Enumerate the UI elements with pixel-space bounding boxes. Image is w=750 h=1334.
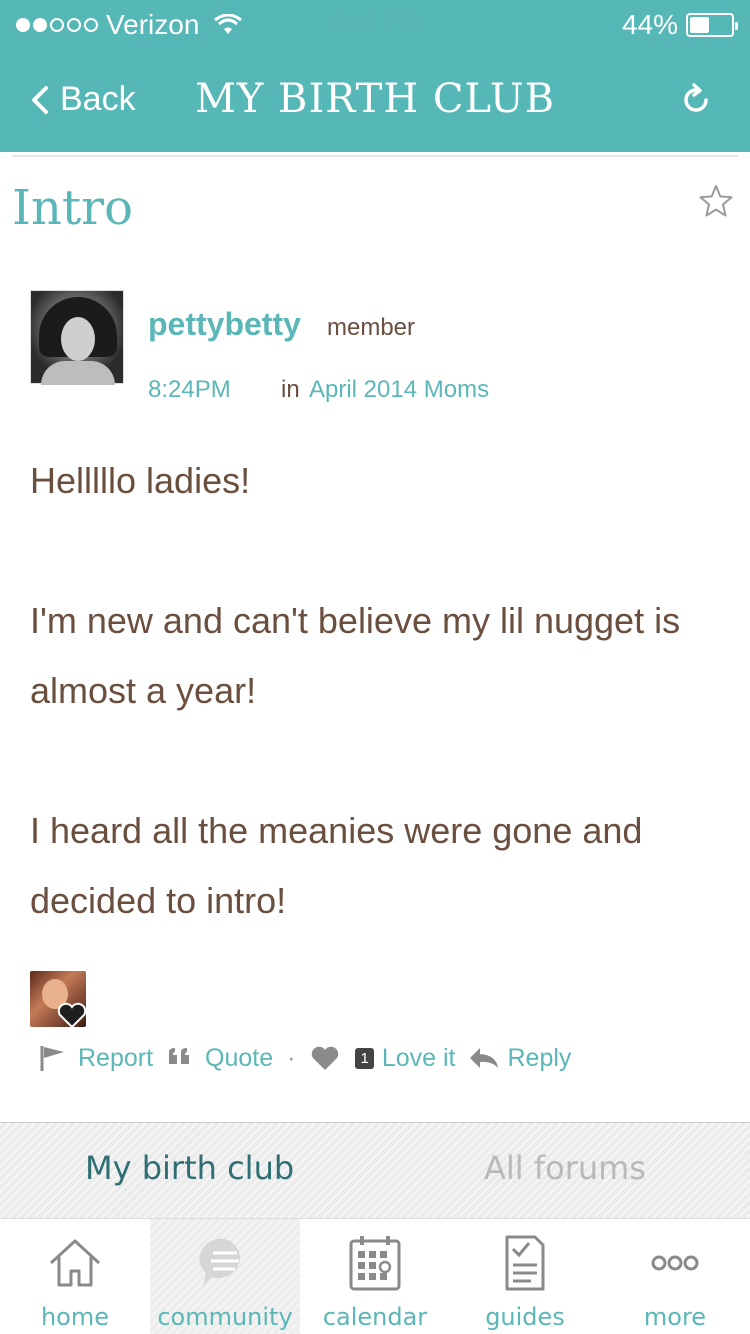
reply-icon: [469, 1048, 498, 1068]
love-label: Love it: [381, 1043, 456, 1072]
tab-community[interactable]: community: [150, 1219, 300, 1334]
tab-label: calendar: [322, 1303, 428, 1331]
flag-icon: [40, 1046, 64, 1071]
tab-calendar[interactable]: calendar: [300, 1219, 450, 1334]
author-name[interactable]: pettybetty: [148, 306, 301, 343]
lover-avatar[interactable]: [30, 971, 86, 1027]
nav-bar: Back MY BIRTH CLUB: [0, 50, 750, 150]
reply-button[interactable]: Reply: [468, 1043, 572, 1073]
divider: [12, 155, 738, 157]
in-label: in: [281, 376, 300, 403]
post-actions: Report Quote · 1 Love it Reply: [38, 1040, 571, 1076]
star-icon[interactable]: [698, 183, 734, 219]
quote-label: Quote: [205, 1043, 274, 1072]
post-paragraph: I'm new and can't believe my lil nugget …: [30, 600, 681, 711]
tab-all-forums[interactable]: All forums: [484, 1149, 646, 1187]
tab-guides[interactable]: guides: [450, 1219, 600, 1334]
post-time: 8:24PM: [148, 376, 231, 403]
tab-label: guides: [485, 1303, 565, 1331]
tab-more[interactable]: more: [600, 1219, 750, 1334]
guides-icon: [505, 1235, 545, 1291]
refresh-icon[interactable]: [678, 82, 714, 118]
community-icon: [199, 1238, 241, 1287]
heart-icon: [312, 1046, 339, 1070]
page-title: MY BIRTH CLUB: [194, 76, 556, 122]
quote-icon: [169, 1048, 190, 1064]
reply-label: Reply: [507, 1043, 572, 1072]
group-link[interactable]: April 2014 Moms: [309, 376, 489, 404]
separator-dot: ·: [287, 1043, 296, 1072]
love-button[interactable]: 1 Love it: [309, 1043, 456, 1073]
heart-icon: [57, 1002, 86, 1027]
status-bar: Verizon 9:11 PM 44%: [0, 0, 750, 50]
home-icon: [49, 1239, 101, 1287]
love-count: 1: [355, 1047, 374, 1069]
report-button[interactable]: Report: [38, 1044, 153, 1073]
quote-button[interactable]: Quote: [165, 1044, 273, 1073]
calendar-icon: [349, 1236, 401, 1291]
post-paragraph: I heard all the meanies were gone and de…: [30, 810, 643, 921]
battery-percent: 44%: [621, 9, 678, 40]
author-avatar[interactable]: [30, 290, 124, 385]
status-right: 44%: [621, 9, 738, 41]
forum-tabs: My birth club All forums: [0, 1122, 750, 1218]
tab-label: home: [40, 1303, 110, 1331]
battery-icon: [686, 13, 738, 37]
tab-home[interactable]: home: [0, 1219, 150, 1334]
tab-label: more: [643, 1303, 707, 1331]
tab-my-birth-club[interactable]: My birth club: [85, 1149, 294, 1187]
author-role: member: [327, 314, 416, 341]
tab-label: community: [157, 1303, 293, 1331]
more-icon: [651, 1255, 699, 1271]
report-label: Report: [78, 1043, 154, 1072]
top-bar: Verizon 9:11 PM 44% Back MY BIRTH CLUB: [0, 0, 750, 152]
post-body: Helllllo ladies! I'm new and can't belie…: [30, 446, 720, 936]
post-paragraph: Helllllo ladies!: [30, 460, 251, 501]
post-title: Intro: [12, 180, 134, 236]
bottom-tab-bar: home community calendar guides more: [0, 1218, 750, 1334]
